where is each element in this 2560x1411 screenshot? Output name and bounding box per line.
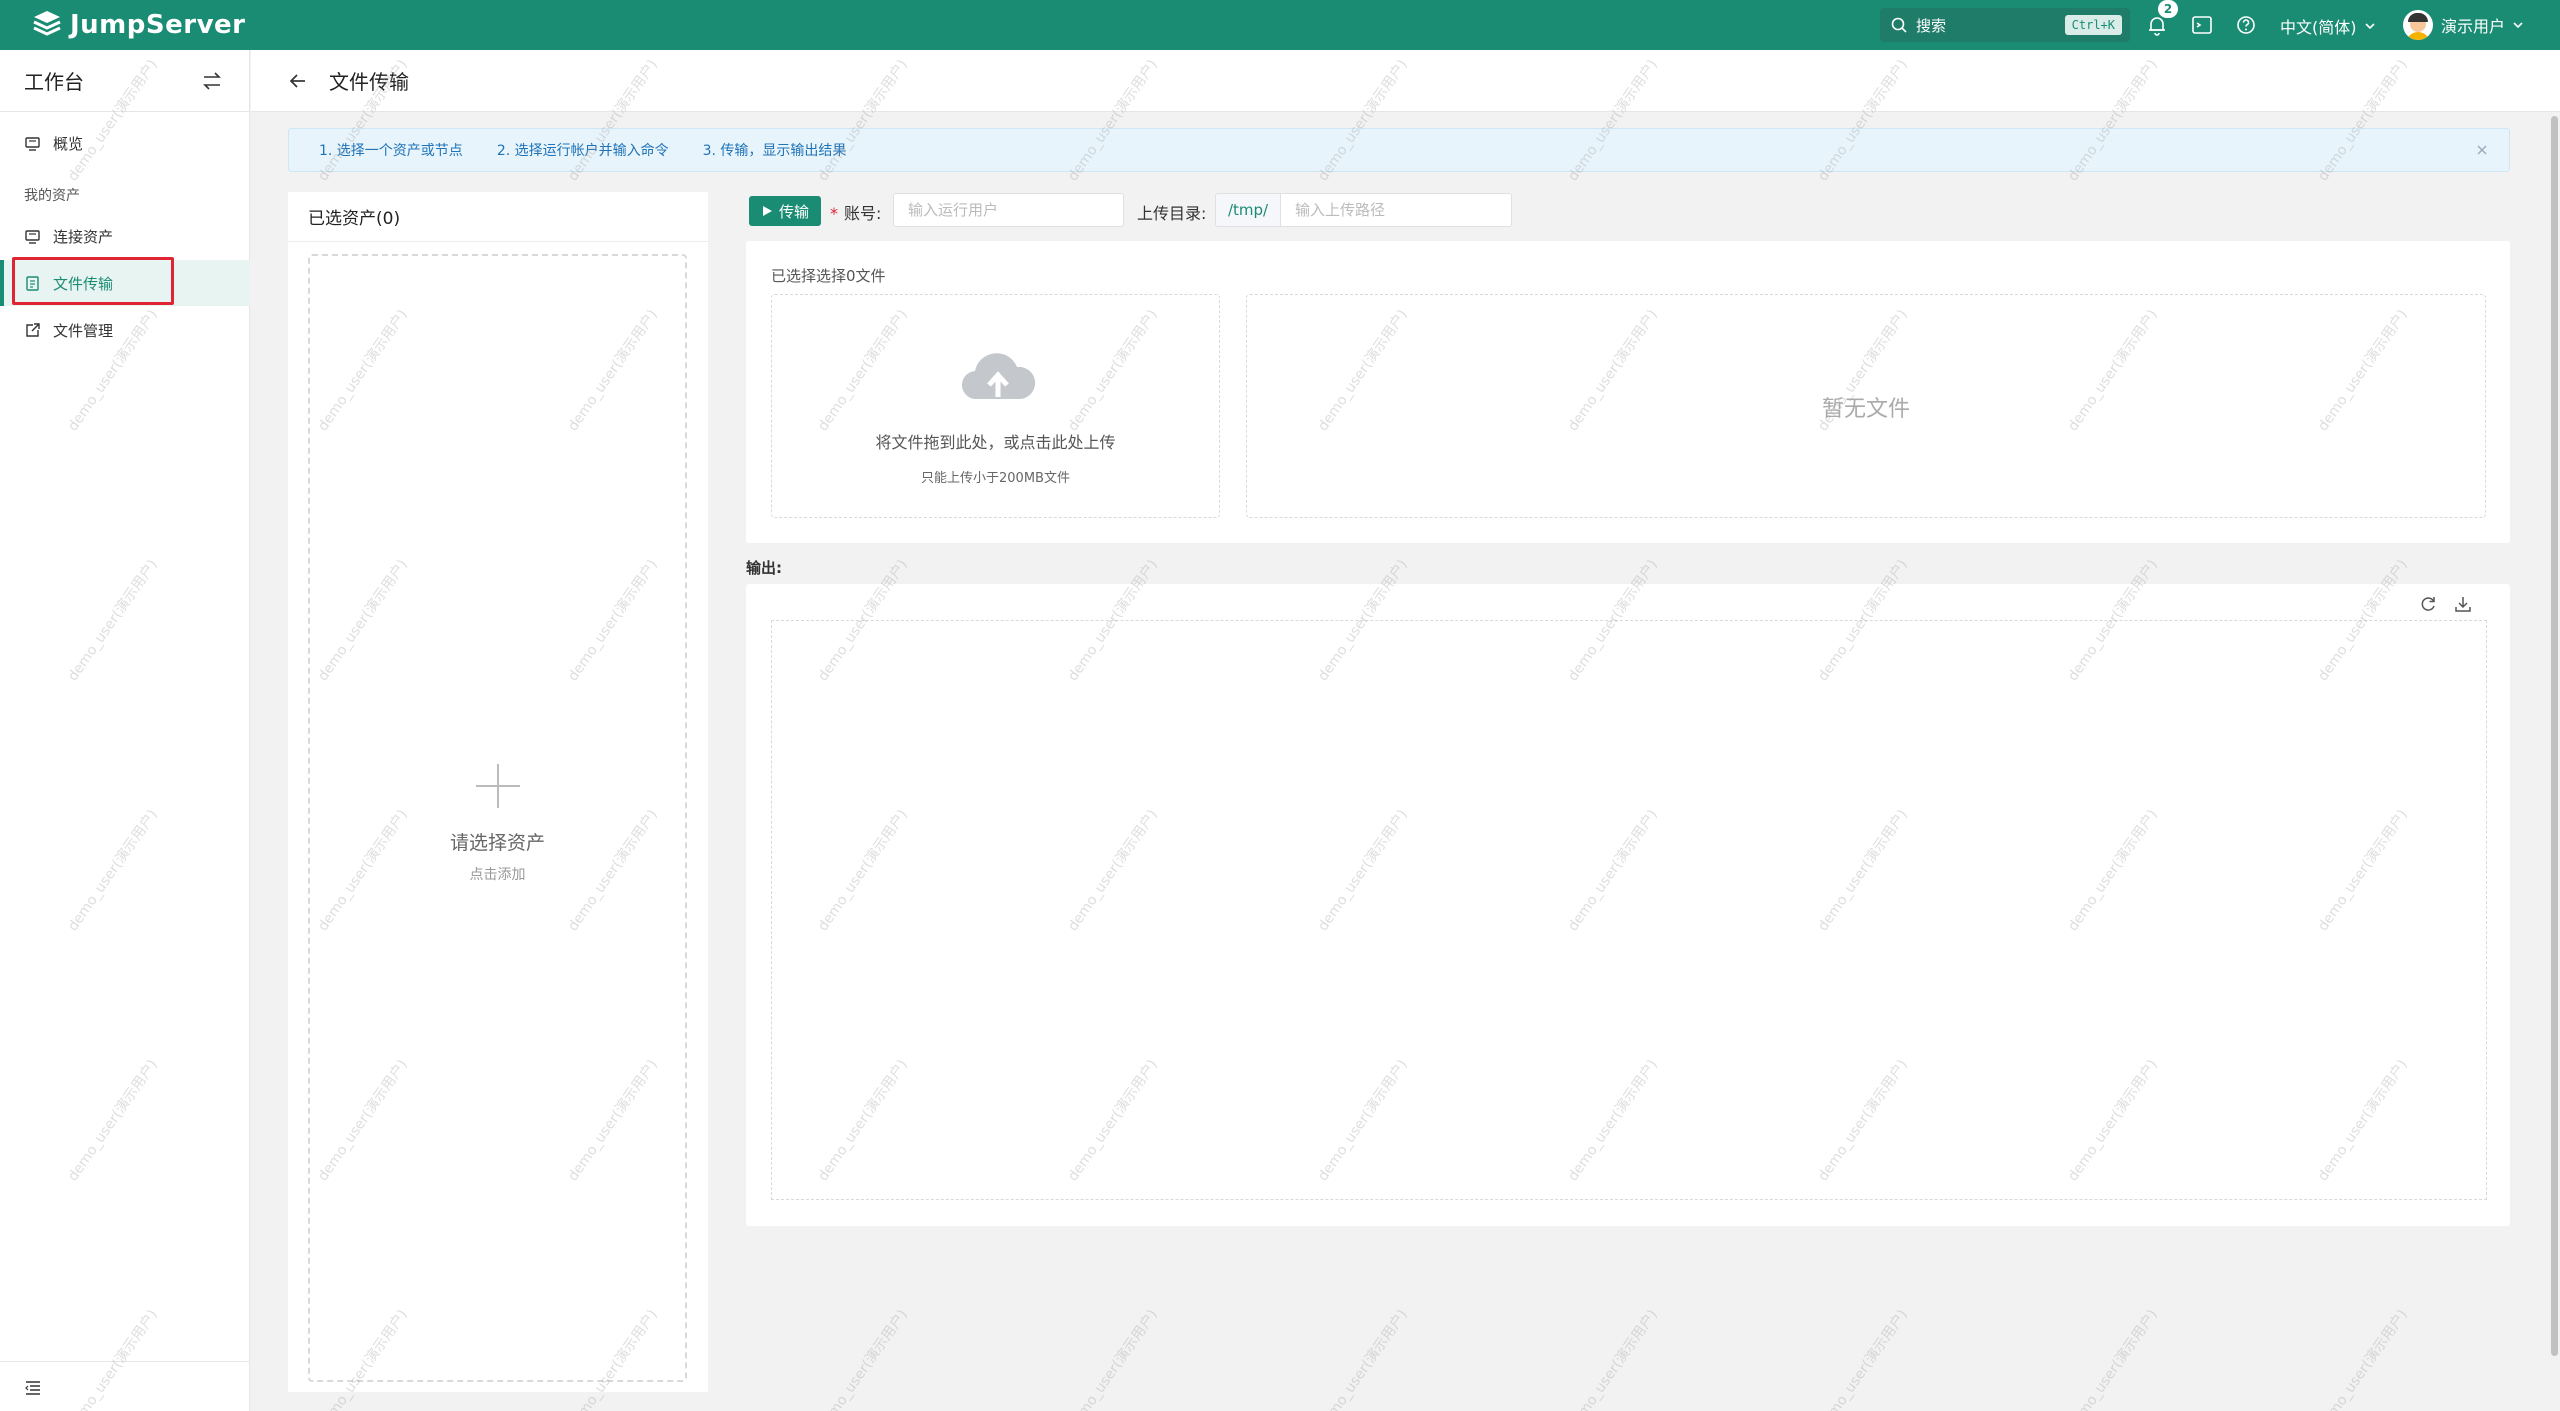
output-terminal[interactable]	[771, 620, 2487, 1200]
watermark-text: demo_user(演示用户)	[2315, 1306, 2411, 1411]
page-title: 文件传输	[329, 70, 409, 94]
watermark-text: demo_user(演示用户)	[2065, 1306, 2161, 1411]
step-2: 2. 选择运行帐户并输入命令	[496, 143, 669, 159]
watermark-text: demo_user(演示用户)	[1565, 1306, 1661, 1411]
file-list: 暂无文件	[1246, 294, 2486, 518]
switch-view-icon[interactable]	[201, 70, 223, 92]
drop-zone-limit: 只能上传小于200MB文件	[921, 471, 1070, 486]
top-bar: JumpServer 搜索 Ctrl+K 2 中文(简体) 演示用户	[0, 0, 2560, 50]
selected-files-count: 已选择选择0文件	[771, 267, 886, 285]
user-name: 演示用户	[2441, 17, 2506, 36]
account-input[interactable]: 输入运行用户	[893, 193, 1124, 227]
transfer-button[interactable]: 传输	[749, 196, 821, 226]
output-card	[746, 584, 2510, 1226]
user-menu[interactable]: 演示用户	[2403, 10, 2525, 40]
sidebar-footer	[0, 1361, 250, 1411]
account-label: * 账号:	[830, 204, 882, 223]
refresh-icon[interactable]	[2418, 594, 2438, 614]
terminal-icon[interactable]	[2190, 13, 2214, 37]
page-header: 文件传输	[251, 50, 2560, 112]
watermark-text: demo_user(演示用户)	[1065, 1306, 1161, 1411]
language-switcher[interactable]: 中文(简体)	[2280, 14, 2377, 38]
chevron-down-icon	[2513, 22, 2523, 29]
sidebar-item-file-manager[interactable]: 文件管理	[0, 307, 250, 353]
output-label: 输出:	[746, 559, 782, 577]
step-3: 3. 传输，显示输出结果	[702, 143, 847, 159]
steps-banner: 1. 选择一个资产或节点 2. 选择运行帐户并输入命令 3. 传输，显示输出结果	[288, 128, 2510, 172]
click-add-hint: 点击添加	[469, 867, 526, 883]
page-scrollbar[interactable]	[2549, 112, 2560, 1411]
search-placeholder: 搜索	[1916, 16, 1947, 35]
drop-zone-text: 将文件拖到此处，或点击此处上传	[875, 433, 1116, 452]
empty-file-text: 暂无文件	[1821, 397, 1910, 422]
watermark-text: demo_user(演示用户)	[1815, 1306, 1911, 1411]
add-asset-area[interactable]: 请选择资产 点击添加	[308, 254, 687, 1382]
notification-badge: 2	[2158, 0, 2178, 18]
avatar	[2403, 10, 2433, 40]
chevron-down-icon	[2364, 23, 2375, 30]
jumpserver-logo-icon	[33, 11, 61, 36]
transfer-button-label: 传输	[778, 202, 809, 221]
sidebar: 工作台 概览 我的资产 连接资产 文件传输 文件管理	[0, 50, 250, 1411]
external-link-icon	[26, 322, 40, 337]
arrow-left-icon[interactable]	[287, 70, 309, 92]
highlight-annotation	[12, 257, 174, 305]
watermark-text: demo_user(演示用户)	[1315, 1306, 1411, 1411]
search-shortcut: Ctrl+K	[2064, 15, 2122, 35]
sidebar-header: 工作台	[0, 50, 249, 112]
play-icon	[762, 206, 772, 216]
selected-assets-panel: 已选资产(0) 请选择资产 点击添加	[288, 192, 708, 1392]
language-label: 中文(简体)	[2280, 18, 2357, 37]
monitor-icon	[25, 136, 40, 151]
sidebar-item-label: 文件管理	[53, 321, 114, 340]
upload-dir-input[interactable]: 输入上传路径	[1280, 193, 1512, 227]
cloud-upload-icon	[961, 353, 1036, 400]
sidebar-item-overview[interactable]: 概览	[0, 120, 250, 166]
search-icon	[1891, 17, 1907, 33]
brand-logo[interactable]: JumpServer	[30, 0, 245, 50]
sidebar-title: 工作台	[24, 70, 84, 94]
upload-dir-prefix: /tmp/	[1215, 193, 1281, 227]
selected-assets-header: 已选资产(0)	[288, 192, 708, 242]
download-icon[interactable]	[2453, 594, 2473, 614]
sidebar-item-label: 连接资产	[53, 227, 114, 246]
sidebar-item-label: 概览	[53, 134, 84, 153]
watermark-text: demo_user(演示用户)	[815, 1306, 911, 1411]
sidebar-group-my-assets: 我的资产	[24, 188, 80, 204]
upload-card: 已选择选择0文件 将文件拖到此处，或点击此处上传 只能上传小于200MB文件 暂…	[746, 241, 2510, 543]
global-search[interactable]: 搜索 Ctrl+K	[1880, 8, 2130, 42]
sidebar-item-connect-assets[interactable]: 连接资产	[0, 213, 250, 259]
file-drop-zone[interactable]: 将文件拖到此处，或点击此处上传 只能上传小于200MB文件	[771, 294, 1220, 518]
monitor-icon	[25, 229, 40, 244]
help-icon[interactable]	[2234, 13, 2258, 37]
plus-icon	[476, 764, 520, 808]
step-1: 1. 选择一个资产或节点	[319, 143, 463, 159]
brand-name: JumpServer	[70, 10, 246, 40]
collapse-menu-icon[interactable]	[24, 1378, 44, 1398]
upload-dir-label: 上传目录:	[1137, 204, 1207, 223]
select-asset-label: 请选择资产	[449, 832, 545, 854]
close-icon[interactable]	[2473, 141, 2491, 159]
scrollbar-thumb[interactable]	[2551, 116, 2558, 1356]
